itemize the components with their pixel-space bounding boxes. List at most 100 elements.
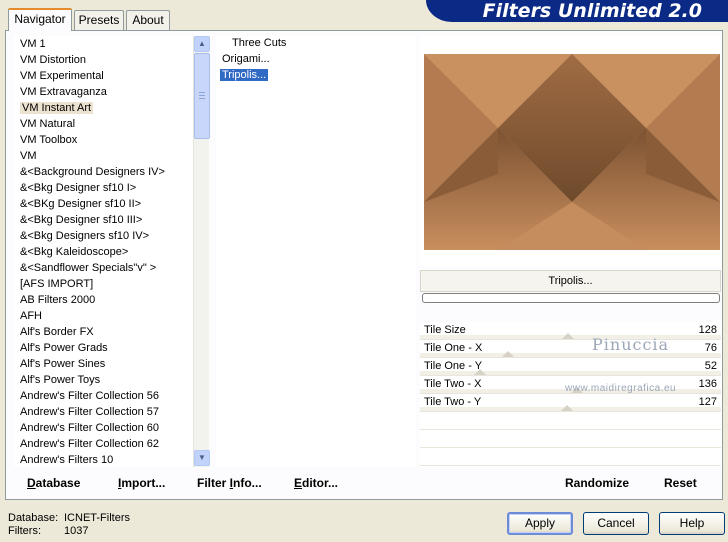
param-label: Tile One - X bbox=[424, 342, 483, 354]
param-value: 52 bbox=[704, 360, 717, 372]
apply-button[interactable]: Apply bbox=[507, 512, 573, 535]
param-label: Tile Two - X bbox=[424, 378, 482, 390]
category-item[interactable]: &<Bkg Designer sf10 I> bbox=[14, 180, 209, 196]
scroll-thumb[interactable] bbox=[194, 53, 210, 139]
category-item-label: Andrew's Filter Collection 60 bbox=[20, 422, 160, 434]
param-row[interactable]: Tile Size 128 bbox=[420, 322, 721, 340]
category-item[interactable]: &<BKg Designer sf10 II> bbox=[14, 196, 209, 212]
param-value: 76 bbox=[704, 342, 717, 354]
param-slider-knob[interactable] bbox=[501, 351, 514, 357]
watermark-site: www.maidiregrafica.eu bbox=[565, 383, 677, 394]
tab-presets[interactable]: Presets bbox=[74, 10, 124, 30]
category-item[interactable]: [AFS IMPORT] bbox=[14, 276, 209, 292]
category-item-label: Andrew's Filter Collection 57 bbox=[20, 406, 160, 418]
scroll-down-icon[interactable]: ▼ bbox=[194, 450, 210, 466]
param-slider-knob[interactable] bbox=[562, 333, 575, 339]
category-item[interactable]: Alf's Power Grads bbox=[14, 340, 209, 356]
param-value: 128 bbox=[698, 324, 717, 336]
category-item[interactable]: VM Toolbox bbox=[14, 132, 209, 148]
category-item-label: VM Experimental bbox=[20, 70, 104, 82]
database-label: Database: bbox=[8, 512, 59, 524]
category-item-label: VM 1 bbox=[20, 38, 46, 50]
filter-item-label: Origami... bbox=[222, 53, 270, 65]
category-item[interactable]: &<Bkg Designer sf10 III> bbox=[14, 212, 209, 228]
category-item[interactable]: AFH bbox=[14, 308, 209, 324]
category-item-label: Alf's Border FX bbox=[20, 326, 94, 338]
param-slider-knob[interactable] bbox=[560, 405, 573, 411]
category-item[interactable]: Andrew's Filter Collection 60 bbox=[14, 420, 209, 436]
category-item-label: Alf's Power Sines bbox=[20, 358, 106, 370]
tab-about[interactable]: About bbox=[126, 10, 170, 30]
category-item-label: VM bbox=[20, 150, 37, 162]
param-label: Tile Two - Y bbox=[424, 396, 482, 408]
param-label: Tile One - Y bbox=[424, 360, 483, 372]
category-item-label: VM Toolbox bbox=[20, 134, 78, 146]
category-item[interactable]: VM Natural bbox=[14, 116, 209, 132]
filters-count-label: Filters: bbox=[8, 525, 41, 537]
category-item[interactable]: Andrew's Filter Collection 56 bbox=[14, 388, 209, 404]
category-item-label: Andrew's Filters 10 bbox=[20, 454, 114, 466]
app-title: Filters Unlimited 2.0 bbox=[426, 0, 728, 22]
category-item[interactable]: Alf's Power Sines bbox=[14, 356, 209, 372]
category-item[interactable]: VM Experimental bbox=[14, 68, 209, 84]
category-item-label: &<Bkg Designer sf10 III> bbox=[20, 214, 143, 226]
tab-navigator[interactable]: Navigator bbox=[8, 8, 72, 31]
category-item[interactable]: Andrew's Filter Collection 57 bbox=[14, 404, 209, 420]
filter-item[interactable]: Tripolis... bbox=[216, 68, 416, 84]
category-item-label: &<Background Designers IV> bbox=[20, 166, 165, 178]
filter-info-button[interactable]: Filter Info... bbox=[197, 476, 262, 490]
category-item-label: [AFS IMPORT] bbox=[20, 278, 94, 290]
category-item-label: &<Bkg Designers sf10 IV> bbox=[20, 230, 150, 242]
category-item-label: &<Bkg Kaleidoscope> bbox=[20, 246, 129, 258]
category-item-label: VM Extravaganza bbox=[20, 86, 107, 98]
category-item[interactable]: &<Bkg Designers sf10 IV> bbox=[14, 228, 209, 244]
category-item-label: VM Distortion bbox=[20, 54, 87, 66]
category-list[interactable]: VM 1 VM Distortion VM Experimental VM Extra… bbox=[14, 36, 209, 467]
category-item-label: AFH bbox=[20, 310, 42, 322]
category-item[interactable]: &<Bkg Kaleidoscope> bbox=[14, 244, 209, 260]
editor-button[interactable]: Editor... bbox=[294, 476, 338, 490]
category-item[interactable]: Andrew's Filter Collection 62 bbox=[14, 436, 209, 452]
category-item[interactable]: Alf's Power Toys bbox=[14, 372, 209, 388]
category-item[interactable]: AB Filters 2000 bbox=[14, 292, 209, 308]
param-row[interactable]: Tile One - Y 52 bbox=[420, 358, 721, 376]
database-button[interactable]: Database bbox=[27, 476, 80, 490]
param-row-empty bbox=[420, 448, 721, 466]
help-button[interactable]: Help bbox=[659, 512, 725, 535]
category-item[interactable]: &<Sandflower Specials"v" > bbox=[14, 260, 209, 276]
param-row-empty bbox=[420, 412, 721, 430]
category-item-label: &<BKg Designer sf10 II> bbox=[20, 198, 142, 210]
scroll-up-icon[interactable]: ▲ bbox=[194, 36, 210, 52]
filter-item[interactable]: Three Cuts bbox=[216, 36, 416, 52]
param-row-empty bbox=[420, 430, 721, 448]
preview-image bbox=[424, 54, 720, 250]
watermark-name: Pinuccia bbox=[592, 335, 670, 354]
category-item[interactable]: Andrew's Filters 10 bbox=[14, 452, 209, 467]
category-item-label: Alf's Power Toys bbox=[20, 374, 101, 386]
category-item-label: VM Natural bbox=[20, 118, 76, 130]
category-item[interactable]: VM Extravaganza bbox=[14, 84, 209, 100]
category-item-label: &<Sandflower Specials"v" > bbox=[20, 262, 157, 274]
category-item[interactable]: VM 1 bbox=[14, 36, 209, 52]
category-item-label: &<Bkg Designer sf10 I> bbox=[20, 182, 137, 194]
param-label: Tile Size bbox=[424, 324, 466, 336]
category-item[interactable]: &<Background Designers IV> bbox=[14, 164, 209, 180]
import-button[interactable]: Import... bbox=[118, 476, 165, 490]
category-item[interactable]: VM Distortion bbox=[14, 52, 209, 68]
category-item-label: Andrew's Filter Collection 56 bbox=[20, 390, 160, 402]
category-item-label: VM Instant Art bbox=[20, 102, 94, 114]
reset-button[interactable]: Reset bbox=[664, 476, 697, 490]
param-row[interactable]: Tile Two - Y 127 bbox=[420, 394, 721, 412]
filter-list[interactable]: Three Cuts Origami... Tripolis... bbox=[216, 36, 416, 467]
category-item[interactable]: VM Instant Art bbox=[14, 100, 209, 116]
database-value: ICNET-Filters bbox=[64, 512, 130, 524]
randomize-button[interactable]: Randomize bbox=[565, 476, 629, 490]
filter-item[interactable]: Origami... bbox=[216, 52, 416, 68]
param-value: 136 bbox=[698, 378, 717, 390]
category-scrollbar[interactable]: ▲ ▼ bbox=[193, 36, 210, 467]
category-item[interactable]: Alf's Border FX bbox=[14, 324, 209, 340]
cancel-button[interactable]: Cancel bbox=[583, 512, 649, 535]
param-row[interactable]: Tile One - X 76 bbox=[420, 340, 721, 358]
category-item[interactable]: VM bbox=[14, 148, 209, 164]
filters-count-value: 1037 bbox=[64, 525, 89, 537]
